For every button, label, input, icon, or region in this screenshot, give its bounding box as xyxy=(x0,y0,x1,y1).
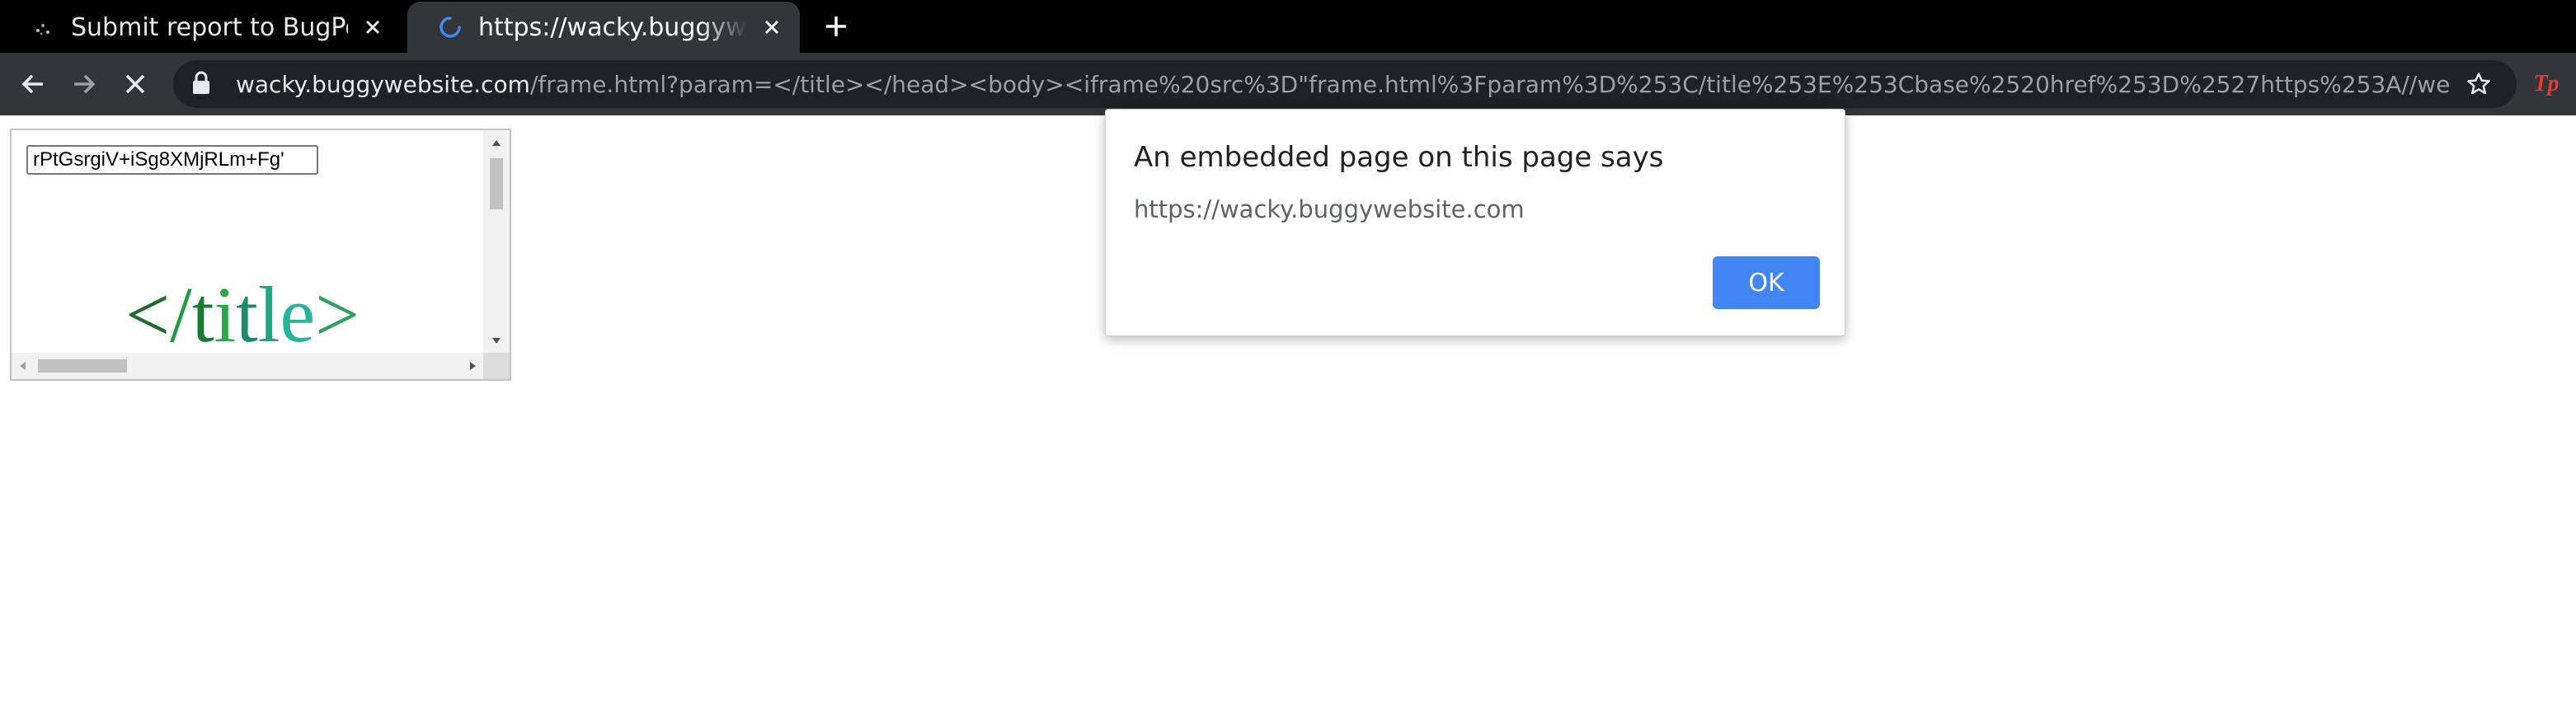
frame-title-char: t xyxy=(191,270,214,358)
stop-loading-button[interactable] xyxy=(115,64,155,104)
tab-title: Submit report to BugPoC xyxy=(71,12,348,42)
tab-bugpoc[interactable]: Submit report to BugPoC xyxy=(0,2,401,53)
close-icon[interactable] xyxy=(755,11,788,44)
address-bar[interactable]: wacky.buggywebsite.com/frame.html?param=… xyxy=(173,60,2517,108)
browser-toolbar: wacky.buggywebsite.com/frame.html?param=… xyxy=(0,53,2576,115)
frame-title-char: < xyxy=(125,270,171,358)
url-host: wacky.buggywebsite.com xyxy=(236,70,530,98)
scroll-up-icon[interactable] xyxy=(492,140,501,146)
arrow-left-icon xyxy=(21,74,43,94)
star-icon[interactable] xyxy=(2461,66,2497,102)
frame-title-text: </title> xyxy=(125,275,360,354)
forward-button[interactable] xyxy=(64,64,104,104)
alert-dialog: An embedded page on this page says https… xyxy=(1105,109,1845,336)
close-icon[interactable] xyxy=(356,11,389,44)
bugpoc-favicon-icon xyxy=(31,16,54,39)
url-path: /frame.html?param=</title></head><body><… xyxy=(529,70,2451,98)
vertical-scroll-thumb[interactable] xyxy=(490,158,503,209)
scroll-left-icon[interactable] xyxy=(20,362,26,370)
horizontal-scrollbar[interactable] xyxy=(12,353,485,379)
plus-icon xyxy=(826,16,846,36)
close-icon xyxy=(125,74,145,94)
frame-title-char: l xyxy=(257,270,280,358)
scrollbar-corner xyxy=(483,353,510,379)
tab-title: https://wacky.buggywebsite.com/frame.htm… xyxy=(478,12,747,42)
frame-text-input[interactable]: rPtGsrgiV+iSg8XMjRLm+Fg' xyxy=(26,145,318,175)
arrow-right-icon xyxy=(74,74,96,94)
horizontal-scroll-thumb[interactable] xyxy=(38,359,127,373)
frame-title-char: > xyxy=(315,270,360,358)
tab-wacky-buggywebsite[interactable]: https://wacky.buggywebsite.com/frame.htm… xyxy=(407,2,800,53)
vertical-scrollbar[interactable] xyxy=(483,130,510,354)
address-url[interactable]: wacky.buggywebsite.com/frame.html?param=… xyxy=(236,71,2451,98)
frame-title-char: t xyxy=(236,270,258,358)
scroll-down-icon[interactable] xyxy=(492,338,501,344)
loading-spinner-icon xyxy=(439,16,462,39)
new-tab-button[interactable] xyxy=(820,10,853,43)
lock-icon[interactable] xyxy=(191,70,214,98)
frame-title-char: i xyxy=(214,270,237,358)
tab-strip: Submit report to BugPoC https://wacky.bu… xyxy=(0,0,2576,53)
back-button[interactable] xyxy=(13,64,53,104)
alert-title: An embedded page on this page says xyxy=(1134,141,1664,174)
embedded-iframe[interactable]: rPtGsrgiV+iSg8XMjRLm+Fg' </title> xyxy=(10,129,511,381)
ok-button[interactable]: OK xyxy=(1713,256,1820,309)
alert-message: https://wacky.buggywebsite.com xyxy=(1134,195,1525,223)
frame-title-char: / xyxy=(170,270,192,358)
scroll-right-icon[interactable] xyxy=(470,362,476,370)
extension-icon[interactable]: Tp xyxy=(2528,68,2564,101)
frame-title-char: e xyxy=(280,270,316,358)
extension-label: Tp xyxy=(2533,71,2560,96)
